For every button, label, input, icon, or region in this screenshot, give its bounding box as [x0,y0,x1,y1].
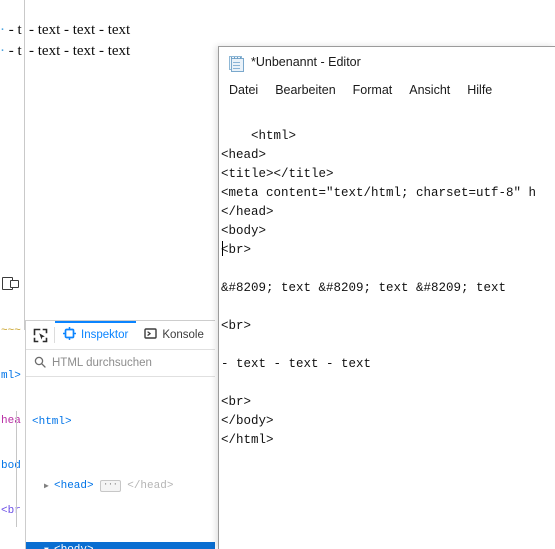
menu-hilfe[interactable]: Hilfe [467,83,492,97]
notepad-titlebar[interactable]: *Unbenannt - Editor [219,47,555,77]
inspector-icon [63,327,76,343]
tab-konsole[interactable]: Konsole [136,322,212,349]
markup-view[interactable]: <html> ▶<head> ··· </head> ▼<body> <br> … [26,377,215,549]
rendered-page-text: - text - text - text - text - text - tex… [29,20,130,62]
menu-datei[interactable]: Datei [229,83,258,97]
menu-bearbeiten[interactable]: Bearbeiten [275,83,335,97]
markup-tag-close: </head> [127,480,174,492]
expand-ellipsis-badge[interactable]: ··· [100,480,121,492]
search-input-placeholder[interactable]: HTML durchsuchen [52,357,152,369]
view-source-panel: ~~~ ml> hea bod <br " <br " <br /bo tml [0,240,24,549]
markup-row-body-open[interactable]: ▼<body> [26,542,215,549]
devtools-toolbar: Inspektor Konsole [26,321,215,350]
twisty-collapsed-icon[interactable]: ▶ [44,479,54,495]
notepad-content: <html> <head> <title></title> <meta cont… [221,129,537,447]
view-source-line: bod [1,460,21,472]
console-icon [144,327,158,343]
content-left-edge-divider [24,0,25,330]
markup-tag: <head> [54,480,94,492]
twisty-expanded-icon[interactable]: ▼ [44,543,54,549]
view-source-line: <br [1,505,21,517]
menu-ansicht[interactable]: Ansicht [409,83,450,97]
tab-konsole-label: Konsole [162,329,204,341]
view-source-line: hea [1,415,21,427]
notepad-icon [228,55,244,72]
notepad-text-area[interactable]: <html> <head> <title></title> <meta cont… [219,102,555,488]
menu-format[interactable]: Format [353,83,393,97]
page-text-sliver: · - t · - t [0,22,22,59]
markup-indent-guide [16,411,17,527]
markup-row-head[interactable]: ▶ <head> ··· </head> [32,478,215,494]
view-source-line: ml> [1,370,21,382]
view-source-line: ~~~ [1,325,21,337]
html-search-bar[interactable]: HTML durchsuchen [26,350,215,377]
search-icon [34,356,46,371]
markup-row-html-open[interactable]: <html> [32,414,215,430]
notepad-title-text: *Unbenannt - Editor [251,55,361,69]
markup-tag: <body> [54,544,94,549]
notepad-window: *Unbenannt - Editor Datei Bearbeiten For… [218,46,555,549]
page-line-1: - text - text - text [29,22,131,38]
devtools-panel: Inspektor Konsole HTML durchsuchen <html… [25,320,215,549]
tab-inspektor[interactable]: Inspektor [55,321,137,349]
page-line-2: - text - text - text [29,43,131,59]
element-picker-icon[interactable] [26,322,54,349]
tab-inspektor-label: Inspektor [81,329,129,341]
text-caret [222,241,223,256]
markup-tag: <html> [32,416,72,428]
notepad-menubar: Datei Bearbeiten Format Ansicht Hilfe [219,77,555,102]
responsive-design-mode-icon[interactable] [2,276,19,290]
